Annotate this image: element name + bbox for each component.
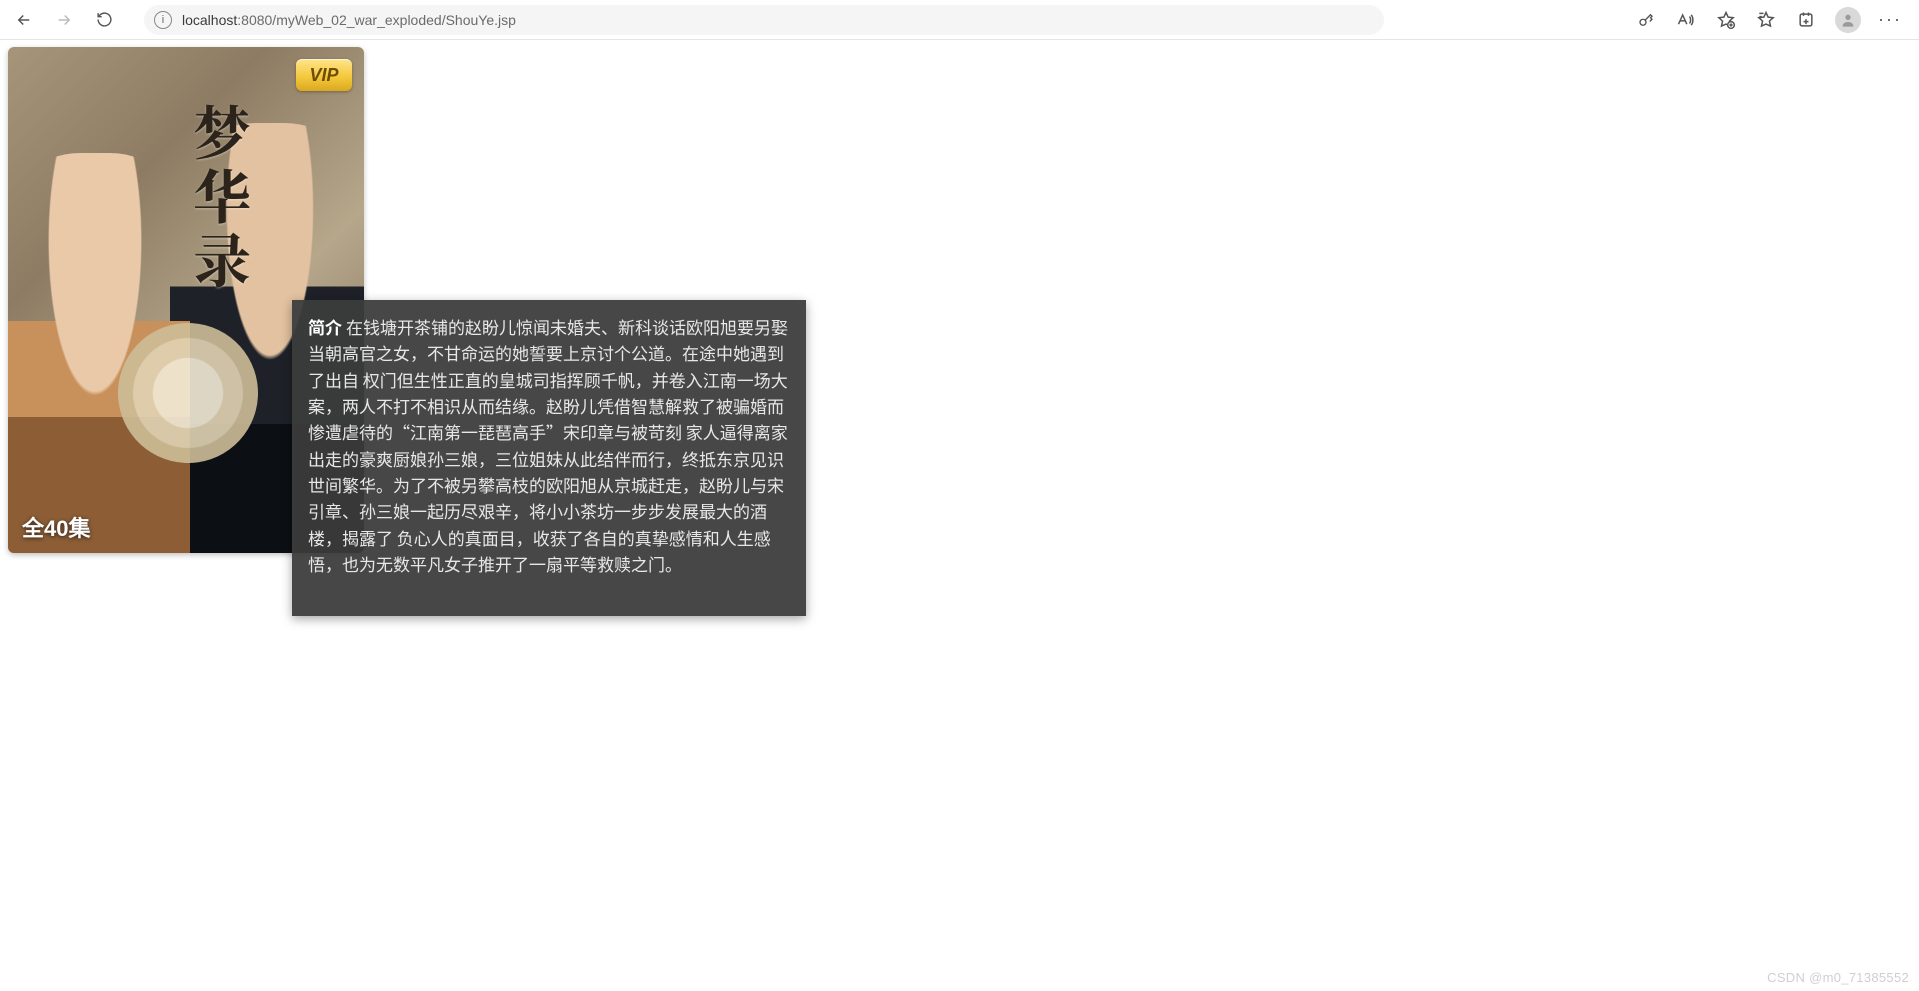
refresh-button[interactable] bbox=[88, 4, 120, 36]
collections-icon[interactable] bbox=[1795, 9, 1817, 31]
arrow-right-icon bbox=[55, 11, 73, 29]
synopsis-label: 简介 bbox=[308, 314, 342, 339]
profile-avatar[interactable] bbox=[1835, 7, 1861, 33]
browser-toolbar: i localhost:8080/myWeb_02_war_exploded/S… bbox=[0, 0, 1919, 40]
synopsis-tooltip: 简介在钱塘开茶铺的赵盼儿惊闻未婚夫、新科谈话欧阳旭要另娶当朝高官之女，不甘命运的… bbox=[292, 300, 806, 616]
url-host: localhost bbox=[182, 12, 237, 28]
back-button[interactable] bbox=[8, 4, 40, 36]
refresh-icon bbox=[96, 11, 113, 28]
favorites-star-icon[interactable] bbox=[1715, 9, 1737, 31]
page-content: 梦华录 VIP 全40集 简介在钱塘开茶铺的赵盼儿惊闻未婚夫、新科谈话欧阳旭要另… bbox=[0, 40, 1919, 553]
episode-count: 全40集 bbox=[22, 511, 90, 543]
read-aloud-icon[interactable] bbox=[1675, 9, 1697, 31]
address-bar[interactable]: i localhost:8080/myWeb_02_war_exploded/S… bbox=[144, 5, 1384, 35]
favorites-list-icon[interactable] bbox=[1755, 9, 1777, 31]
site-info-icon[interactable]: i bbox=[154, 11, 172, 29]
url-path: :8080/myWeb_02_war_exploded/ShouYe.jsp bbox=[237, 12, 516, 28]
poster-title: 梦华录 bbox=[180, 103, 264, 295]
synopsis-text: 在钱塘开茶铺的赵盼儿惊闻未婚夫、新科谈话欧阳旭要另娶当朝高官之女，不甘命运的她誓… bbox=[308, 314, 788, 576]
key-icon[interactable] bbox=[1635, 9, 1657, 31]
watermark-text: CSDN @m0_71385552 bbox=[1767, 970, 1909, 985]
more-menu-button[interactable]: ··· bbox=[1879, 9, 1901, 31]
vip-badge: VIP bbox=[296, 59, 352, 91]
toolbar-right: ··· bbox=[1635, 7, 1911, 33]
person-icon bbox=[1840, 12, 1856, 28]
forward-button[interactable] bbox=[48, 4, 80, 36]
arrow-left-icon bbox=[15, 11, 33, 29]
url-text: localhost:8080/myWeb_02_war_exploded/Sho… bbox=[182, 12, 516, 28]
